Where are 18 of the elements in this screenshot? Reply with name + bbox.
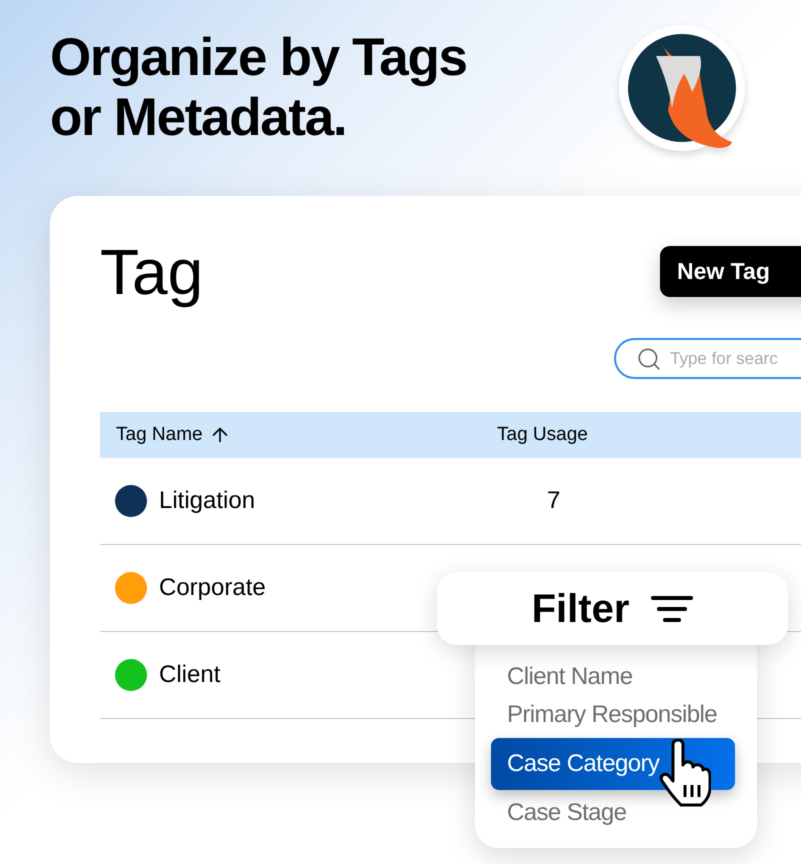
- headline: Organize by Tags: [50, 28, 467, 88]
- filter-icon: [651, 594, 694, 622]
- column-header[interactable]: Tag Name: [116, 420, 203, 450]
- filter-option[interactable]: Client Name: [491, 658, 735, 696]
- filter-button[interactable]: Filter: [437, 572, 788, 645]
- new-tag-button[interactable]: New Tag: [660, 246, 801, 297]
- tag-name: Litigation: [159, 486, 256, 516]
- hand-pointer-icon: [659, 739, 711, 807]
- tag-name: Corporate: [159, 573, 266, 603]
- tag-name: Client: [159, 660, 220, 690]
- panel-title: Tag: [100, 236, 204, 308]
- headline: or Metadata.: [50, 88, 348, 148]
- column-header[interactable]: Tag Usage: [497, 420, 588, 450]
- filter-option[interactable]: Primary Responsible: [491, 696, 735, 734]
- tag-usage: 7: [546, 486, 560, 516]
- search-icon: [636, 346, 662, 372]
- filter-option[interactable]: Case Stage: [491, 794, 735, 832]
- search-placeholder: Type for searc: [670, 348, 778, 370]
